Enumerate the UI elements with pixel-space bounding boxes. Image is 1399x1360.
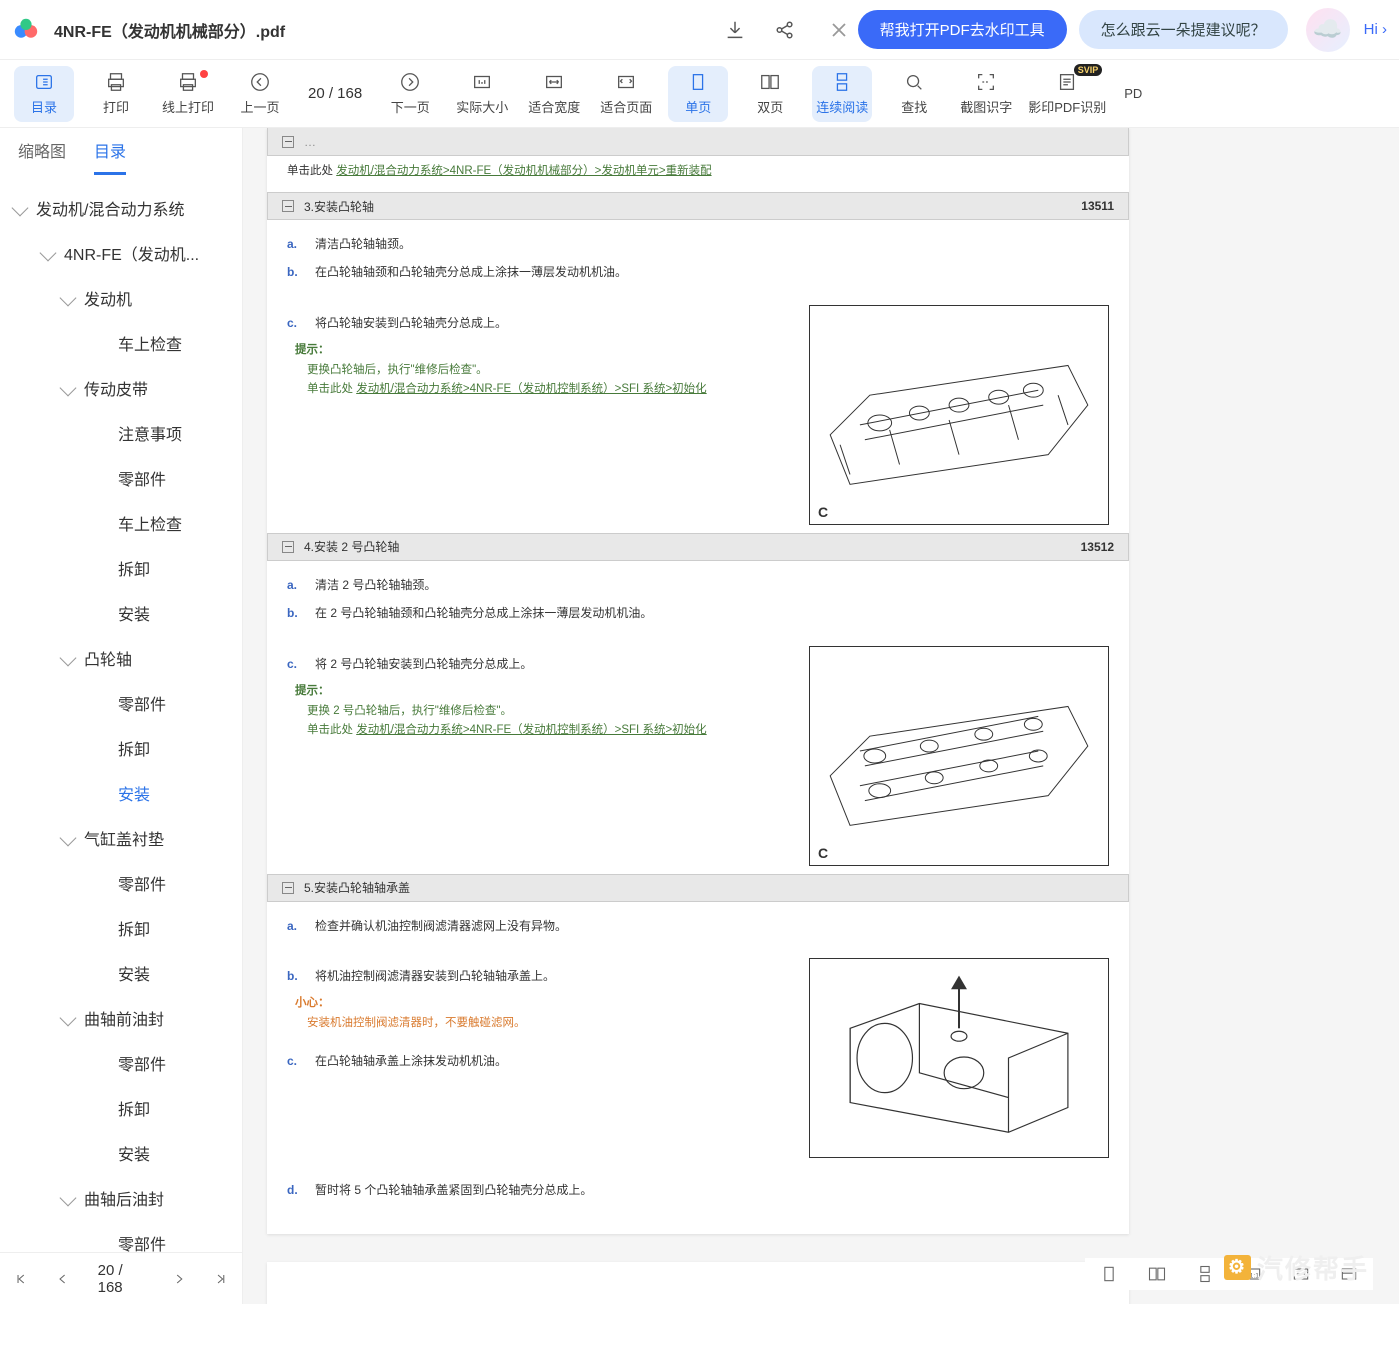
last-page-icon[interactable] — [214, 1271, 228, 1287]
toc-node[interactable]: 零部件 — [0, 1040, 242, 1085]
toc-node[interactable]: 零部件 — [0, 1220, 242, 1252]
toc-button[interactable]: 目录 — [14, 66, 74, 122]
toc-node[interactable]: 4NR-FE（发动机... — [0, 230, 242, 275]
top-bar: 4NR-FE（发动机机械部分）.pdf 帮我打开PDF去水印工具 怎么跟云一朵提… — [0, 0, 1399, 60]
toc-tree: 发动机/混合动力系统4NR-FE（发动机...发动机车上检查传动皮带注意事项零部… — [0, 175, 242, 1252]
tab-toc[interactable]: 目录 — [94, 138, 126, 175]
watermark: ⚙汽修帮手 — [1224, 1249, 1369, 1286]
first-page-icon[interactable] — [14, 1271, 28, 1287]
section-header-5: 5.安装凸轮轴轴承盖 — [267, 874, 1129, 902]
toc-node[interactable]: 零部件 — [0, 680, 242, 725]
document-viewport[interactable]: … 单击此处 发动机/混合动力系统>4NR-FE（发动机机械部分）>发动机单元>… — [243, 128, 1399, 1304]
section-header-3: 3.安装凸轮轴13511 — [267, 192, 1129, 220]
file-name: 4NR-FE（发动机机械部分）.pdf — [54, 18, 712, 42]
fit-page-button[interactable]: 适合页面 — [596, 66, 656, 122]
toc-node[interactable]: 气缸盖衬垫 — [0, 815, 242, 860]
avatar-icon[interactable]: ☁️ — [1306, 8, 1350, 52]
pdf-ocr-button[interactable]: SVIP影印PDF识别 — [1028, 66, 1106, 122]
toc-node[interactable]: 注意事项 — [0, 410, 242, 455]
hi-label[interactable]: Hi › — [1364, 21, 1387, 38]
figure-bearing-cap — [809, 958, 1109, 1158]
prev-page-icon[interactable] — [56, 1271, 70, 1287]
figure-camshaft-2: C — [809, 646, 1109, 866]
help-pill-suggest[interactable]: 怎么跟云一朵提建议呢？ — [1079, 10, 1288, 49]
next-page-button[interactable]: 下一页 — [380, 66, 440, 122]
view-single-icon[interactable] — [1099, 1264, 1119, 1284]
toc-node[interactable]: 拆卸 — [0, 725, 242, 770]
toc-node[interactable]: 安装 — [0, 1130, 242, 1175]
breadcrumb-link[interactable]: 发动机/混合动力系统>4NR-FE（发动机机械部分）>发动机单元>重新装配 — [336, 165, 711, 177]
pdf-page: … 单击此处 发动机/混合动力系统>4NR-FE（发动机机械部分）>发动机单元>… — [267, 128, 1129, 1234]
toc-node[interactable]: 发动机/混合动力系统 — [0, 185, 242, 230]
toc-node[interactable]: 凸轮轴 — [0, 635, 242, 680]
app-logo-icon — [12, 16, 40, 44]
toc-node[interactable]: 安装 — [0, 590, 242, 635]
actual-size-button[interactable]: 实际大小 — [452, 66, 512, 122]
main-toolbar: 目录 打印 线上打印 上一页 20 / 168 下一页 实际大小 适合宽度 适合… — [0, 60, 1399, 128]
pdf-more-button[interactable]: PD — [1118, 66, 1148, 122]
next-page-icon[interactable] — [172, 1271, 186, 1287]
help-pill-watermark[interactable]: 帮我打开PDF去水印工具 — [858, 10, 1067, 49]
view-double-icon[interactable] — [1147, 1264, 1167, 1284]
toc-node[interactable]: 传动皮带 — [0, 365, 242, 410]
toc-node[interactable]: 车上检查 — [0, 500, 242, 545]
toc-node[interactable]: 拆卸 — [0, 545, 242, 590]
fit-width-button[interactable]: 适合宽度 — [524, 66, 584, 122]
print-button[interactable]: 打印 — [86, 66, 146, 122]
toc-node[interactable]: 拆卸 — [0, 905, 242, 950]
download-icon[interactable] — [724, 19, 746, 41]
prev-page-button[interactable]: 上一页 — [230, 66, 290, 122]
toc-node[interactable]: 安装 — [0, 770, 242, 815]
sidebar: 缩略图 目录 发动机/混合动力系统4NR-FE（发动机...发动机车上检查传动皮… — [0, 128, 243, 1304]
sidebar-page-num: 20 / 168 — [98, 1262, 145, 1296]
toc-node[interactable]: 车上检查 — [0, 320, 242, 365]
cloud-print-button[interactable]: 线上打印 — [158, 66, 218, 122]
double-page-button[interactable]: 双页 — [740, 66, 800, 122]
share-icon[interactable] — [774, 19, 796, 41]
toc-node[interactable]: 曲轴前油封 — [0, 995, 242, 1040]
screenshot-ocr-button[interactable]: 截图识字 — [956, 66, 1016, 122]
figure-camshaft-1: C — [809, 305, 1109, 525]
single-page-button[interactable]: 单页 — [668, 66, 728, 122]
toc-node[interactable]: 拆卸 — [0, 1085, 242, 1130]
sidebar-pager: 20 / 168 — [0, 1252, 242, 1304]
toc-node[interactable]: 零部件 — [0, 455, 242, 500]
page-indicator: 20 / 168 — [308, 85, 362, 102]
toc-node[interactable]: 发动机 — [0, 275, 242, 320]
toc-node[interactable]: 曲轴后油封 — [0, 1175, 242, 1220]
toc-node[interactable]: 安装 — [0, 950, 242, 995]
toc-node[interactable]: 零部件 — [0, 860, 242, 905]
tab-thumbnails[interactable]: 缩略图 — [18, 138, 66, 175]
close-icon[interactable] — [832, 23, 846, 37]
continuous-read-button[interactable]: 连续阅读 — [812, 66, 872, 122]
view-cont-icon[interactable] — [1195, 1264, 1215, 1284]
section-header-4: 4.安装 2 号凸轮轴13512 — [267, 533, 1129, 561]
search-button[interactable]: 查找 — [884, 66, 944, 122]
